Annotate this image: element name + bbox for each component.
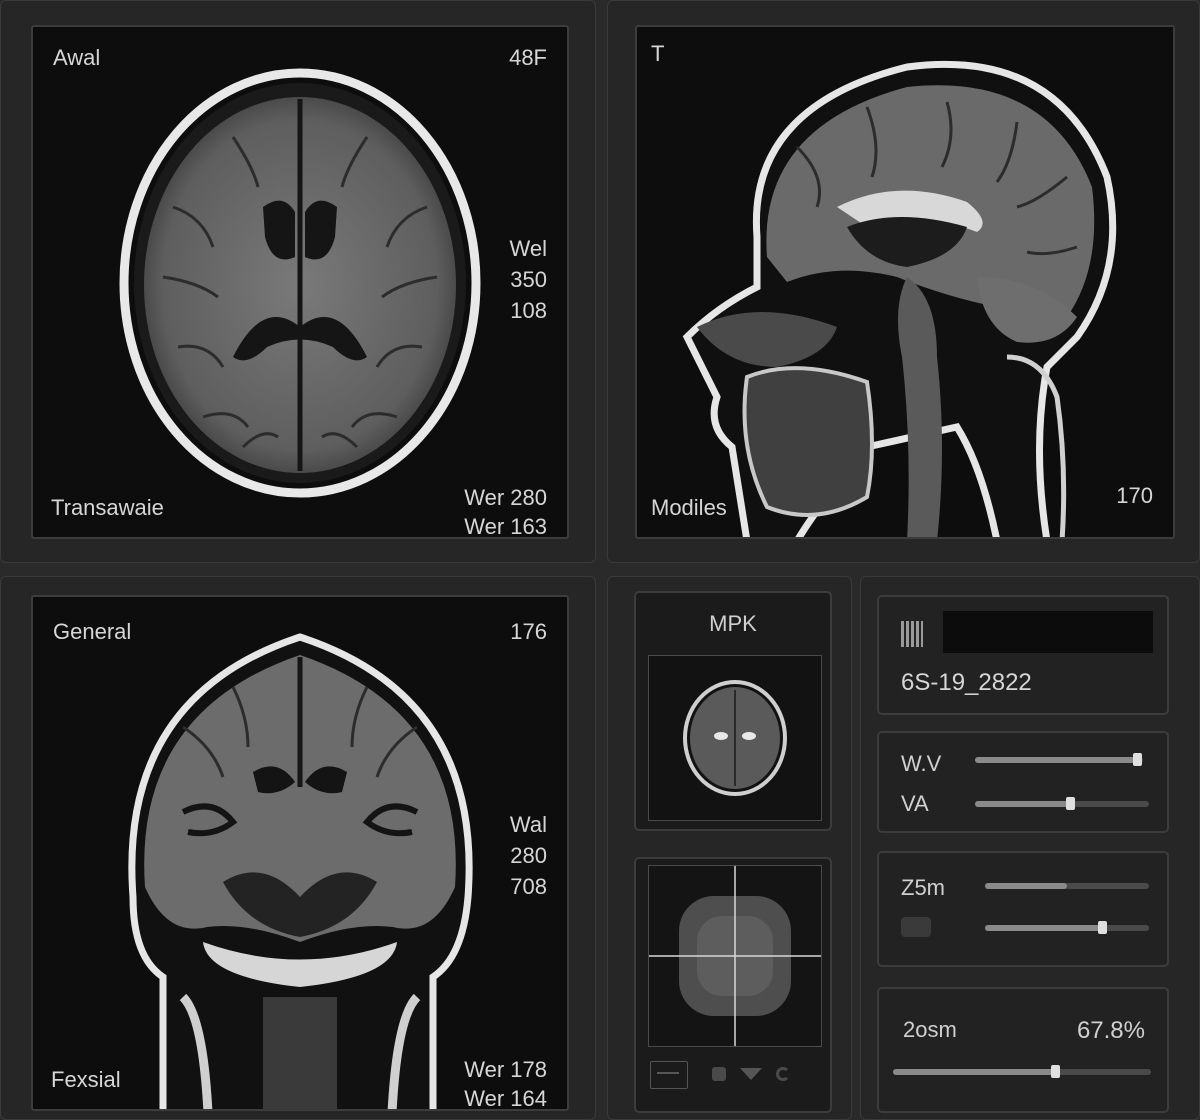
axial-bottom-line: Wer 163 xyxy=(464,514,547,539)
va-label: VA xyxy=(901,791,929,816)
coronal-viewport[interactable]: General 176 Wal 280 708 Fexsial Wer 178 … xyxy=(31,595,569,1111)
sagittal-brain-image xyxy=(682,60,1117,537)
coronal-bottom-right-stack: Wer 178 Wer 164 xyxy=(464,1055,547,1111)
coronal-top-right-label: 176 xyxy=(510,619,547,644)
mpr-thumbnail-frame[interactable] xyxy=(648,655,822,821)
zoom-slider-2[interactable] xyxy=(985,921,1149,934)
sagittal-viewport[interactable]: T Modiles 170 xyxy=(635,25,1175,539)
axial-top-left-label: Awal xyxy=(53,45,101,70)
zoom-slider-1[interactable] xyxy=(985,883,1149,889)
wv-slider-thumb[interactable] xyxy=(1132,753,1142,766)
axial-window-stack: Wel 350 108 xyxy=(510,233,548,326)
coronal-quadrant: General 176 Wal 280 708 Fexsial Wer 178 … xyxy=(0,576,596,1120)
sagittal-top-left-label: T xyxy=(651,41,665,66)
mpr-column: MPK xyxy=(607,576,852,1120)
axial-bottom-left-label: Transawaie xyxy=(51,495,164,520)
va-slider-thumb[interactable] xyxy=(1065,797,1075,810)
coronal-stack-line: Wal xyxy=(509,812,547,837)
coronal-bottom-line: Wer 164 xyxy=(464,1086,547,1111)
axial-stack-line: 350 xyxy=(510,267,547,292)
zoom-sliders-secondary-icon xyxy=(901,917,931,937)
sagittal-quadrant: T Modiles 170 xyxy=(607,0,1200,563)
crosshair-frame[interactable] xyxy=(648,865,822,1047)
zoom-slider[interactable] xyxy=(893,1065,1151,1078)
coronal-bottom-left-label: Fexsial xyxy=(51,1067,121,1092)
barcode-icon xyxy=(901,621,923,647)
wv-label: W.V xyxy=(901,751,942,776)
crosshair-preview xyxy=(649,866,821,1046)
axial-stack-line: 108 xyxy=(510,298,547,323)
axial-top-right-label: 48F xyxy=(509,45,547,70)
sagittal-bottom-right-label: 170 xyxy=(1116,483,1153,508)
document-icon[interactable] xyxy=(650,1061,688,1089)
patient-name-redacted xyxy=(943,611,1153,653)
mpr-title: MPK xyxy=(709,611,757,636)
axial-stack-line: Wel xyxy=(509,236,548,261)
zoom-value: 67.8% xyxy=(1076,1017,1145,1044)
mpr-axial-thumbnail xyxy=(683,680,787,796)
va-slider[interactable] xyxy=(975,797,1149,810)
axial-viewport[interactable]: Awal 48F Wel 350 108 Transawaie Wer 280 … xyxy=(31,25,569,539)
controls-column: 6S-19_2822 W.V VA Z5m 2osm 67.8% xyxy=(860,576,1200,1120)
down-arrow-icon[interactable] xyxy=(740,1068,762,1080)
zoom-sliders-label: Z5m xyxy=(901,875,945,900)
zoom-slider-2-thumb[interactable] xyxy=(1098,921,1108,934)
zoom-sliders-panel: Z5m xyxy=(877,851,1169,967)
study-info-panel: 6S-19_2822 xyxy=(877,595,1169,715)
axial-bottom-line: Wer 280 xyxy=(464,485,547,510)
mpr-panel[interactable]: MPK xyxy=(634,591,832,831)
zoom-label: 2osm xyxy=(903,1017,957,1042)
coronal-brain-image xyxy=(128,633,473,1109)
coronal-stack-line: 280 xyxy=(510,843,547,868)
crosshair-panel[interactable] xyxy=(634,857,832,1113)
axial-brain-image xyxy=(119,68,481,498)
sagittal-bottom-left-label: Modiles xyxy=(651,495,727,520)
wv-slider[interactable] xyxy=(975,753,1143,766)
axial-quadrant: Awal 48F Wel 350 108 Transawaie Wer 280 … xyxy=(0,0,596,563)
study-id: 6S-19_2822 xyxy=(901,669,1032,696)
rotate-icon[interactable] xyxy=(776,1067,790,1081)
axial-bottom-right-stack: Wer 280 Wer 163 xyxy=(464,483,547,539)
flip-icon[interactable] xyxy=(712,1067,726,1081)
crosshair-toolbar xyxy=(648,1057,820,1093)
coronal-stack-line: 708 xyxy=(510,874,547,899)
coronal-bottom-line: Wer 178 xyxy=(464,1057,547,1082)
coronal-window-stack: Wal 280 708 xyxy=(510,809,547,902)
zoom-slider-thumb[interactable] xyxy=(1050,1065,1060,1078)
zoom-panel: 2osm 67.8% xyxy=(877,987,1169,1113)
window-level-panel: W.V VA xyxy=(877,731,1169,833)
coronal-top-left-label: General xyxy=(53,619,132,644)
